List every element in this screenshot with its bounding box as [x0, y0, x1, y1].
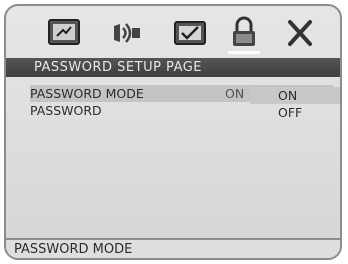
tab-audio-setup[interactable] [106, 14, 146, 52]
lock-icon [233, 16, 255, 46]
exit-icon [288, 20, 312, 46]
preference-icon [174, 21, 206, 45]
tab-password[interactable] [224, 14, 264, 54]
menu-item-label: PASSWORD MODE [30, 86, 144, 101]
option-list: ON OFF [250, 87, 340, 121]
tab-general-setup[interactable] [44, 14, 84, 52]
menu-item-value: ON [225, 86, 245, 101]
menu-item-label: PASSWORD [30, 103, 102, 118]
audio-setup-icon [114, 23, 140, 43]
tab-bar [6, 6, 340, 58]
option-on[interactable]: ON [250, 87, 340, 104]
tab-preference[interactable] [170, 14, 210, 52]
tab-exit[interactable] [280, 14, 320, 52]
general-setup-icon [48, 19, 80, 45]
status-bar: PASSWORD MODE [6, 238, 340, 258]
setup-menu-panel: PASSWORD SETUP PAGE PASSWORD MODE ON PAS… [4, 4, 342, 260]
option-off[interactable]: OFF [250, 104, 340, 121]
page-title: PASSWORD SETUP PAGE [6, 58, 340, 77]
